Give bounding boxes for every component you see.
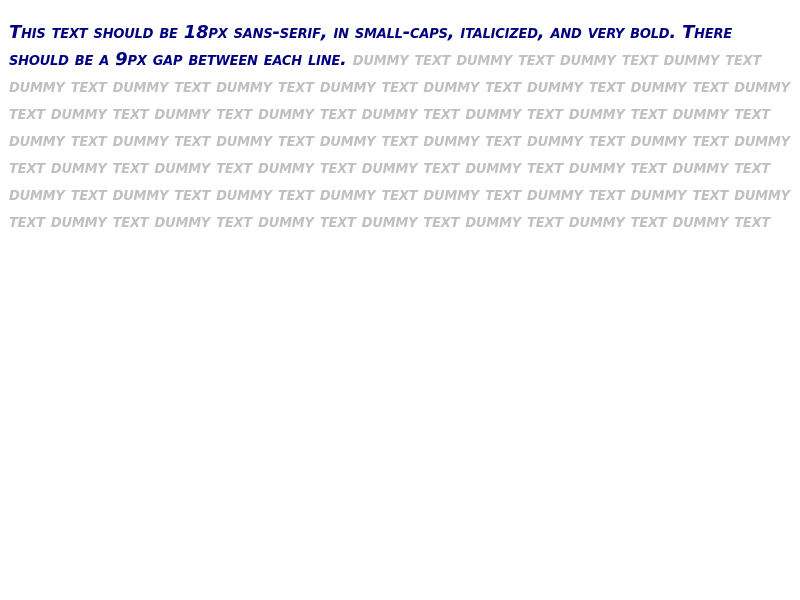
page-canvas: This text should be 18px sans-serif, in … [0, 0, 800, 600]
test-paragraph: This text should be 18px sans-serif, in … [9, 19, 794, 235]
dummy-text: dummy text dummy text dummy text dummy t… [9, 49, 790, 232]
